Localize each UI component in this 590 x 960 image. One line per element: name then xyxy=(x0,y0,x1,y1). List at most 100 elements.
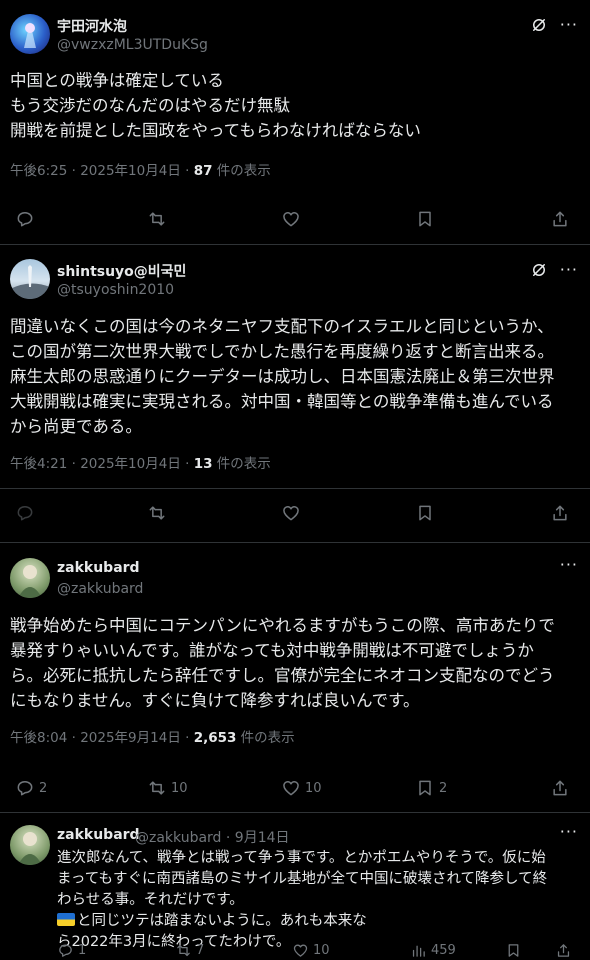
like-button[interactable] xyxy=(281,501,301,525)
reply-count: 1 xyxy=(78,942,87,958)
reply-icon xyxy=(17,506,33,521)
view-count: 87 xyxy=(193,163,213,179)
post-line: 中国との戦争は確定している xyxy=(10,71,224,90)
analytics-icon xyxy=(412,945,425,957)
post-line: と同じツテは踏まないように。あれも本来な xyxy=(57,911,582,932)
heart-icon xyxy=(283,781,299,796)
like-button[interactable]: 10 xyxy=(281,776,322,800)
post-line: 大戦開戦は確実に実現される。対中国・韓国等との戦争準備も進んでいる xyxy=(10,392,554,411)
grok-icon[interactable] xyxy=(530,261,548,279)
view-count: 2,653 xyxy=(193,730,237,746)
avatar[interactable] xyxy=(10,825,50,865)
avatar[interactable] xyxy=(10,259,50,299)
author-handle[interactable]: @vwzxzML3UTDuKSg xyxy=(57,37,208,53)
post-timestamp[interactable]: 午後4:21 · 2025年10月4日 · xyxy=(10,456,194,472)
bookmark-icon xyxy=(419,780,431,796)
share-button[interactable] xyxy=(550,776,570,800)
bookmark-count: 2 xyxy=(439,780,448,796)
action-bar xyxy=(0,207,590,231)
post-text: 中国との戦争は確定している もう交渉だのなんだのはやるだけ無駄 開戦を前提とした… xyxy=(10,68,582,143)
avatar[interactable] xyxy=(10,14,50,54)
retweet-icon xyxy=(149,781,165,795)
retweet-icon xyxy=(149,212,165,226)
view-label: 件の表示 xyxy=(212,456,271,472)
more-icon[interactable]: ··· xyxy=(560,17,578,33)
author-name[interactable]: shintsuyo@비국민 xyxy=(57,261,186,281)
reply-button[interactable] xyxy=(15,207,35,231)
bookmark-button[interactable] xyxy=(415,501,435,525)
retweet-icon xyxy=(177,944,190,956)
retweet-button[interactable] xyxy=(147,207,167,231)
post-text: 間違いなくこの国は今のネタニヤフ支配下のイスラエルと同じというか、 この国が第二… xyxy=(10,314,582,439)
grok-icon[interactable] xyxy=(530,16,548,34)
post-meta: 午後8:04 · 2025年9月14日 · 2,653 件の表示 xyxy=(10,726,295,746)
share-icon xyxy=(553,780,567,796)
post-line: まってもすぐに南西諸島のミサイル基地が全て中国に破壊されて降参して終 xyxy=(57,871,548,887)
like-button[interactable] xyxy=(281,207,301,231)
like-count: 10 xyxy=(305,780,322,796)
bookmark-button[interactable] xyxy=(415,207,435,231)
views-button[interactable]: 459 xyxy=(410,938,456,960)
post-timestamp[interactable]: 午後6:25 · 2025年10月4日 · xyxy=(10,163,194,179)
share-button[interactable] xyxy=(550,207,570,231)
retweet-button[interactable]: 7 xyxy=(175,938,204,960)
author-handle-date[interactable]: @zakkubard · 9月14日 xyxy=(135,827,290,847)
author-name[interactable]: zakkubard xyxy=(57,827,140,843)
author-name[interactable]: zakkubard xyxy=(57,560,140,576)
post-timestamp[interactable]: 午後8:04 · 2025年9月14日 · xyxy=(10,730,194,746)
post-line: 開戦を前提とした国政をやってもらわなければならない xyxy=(10,121,421,140)
reply-count: 2 xyxy=(39,780,48,796)
post-line: 進次郎なんて、戦争とは戦って争う事です。とかポエムやりそうで。仮に始 xyxy=(57,850,546,866)
reply-button[interactable]: 1 xyxy=(57,938,86,960)
share-button[interactable] xyxy=(550,501,570,525)
post-top-icons: ··· xyxy=(560,824,578,840)
post-line: ら。必死に抵抗したら辞任ですし。官僚が完全にネオコン支配なのでどう xyxy=(10,666,555,685)
action-bar: 2 10 10 2 xyxy=(0,776,590,800)
share-icon xyxy=(557,943,570,957)
bookmark-icon xyxy=(419,505,431,521)
action-bar xyxy=(0,501,590,525)
bookmark-button[interactable] xyxy=(505,938,522,960)
post-line: 戦争始めたら中国にコテンパンにやれるますがもうこの際、高市あたりで xyxy=(10,616,555,635)
post-line: 麻生太郎の思惑通りにクーデターは成功し、日本国憲法廃止＆第三次世界 xyxy=(10,367,555,386)
bookmark-icon xyxy=(508,943,519,957)
author-name[interactable]: 宇田河水泡 xyxy=(57,16,127,36)
more-icon[interactable]: ··· xyxy=(560,262,578,278)
retweet-button[interactable]: 10 xyxy=(147,776,188,800)
author-handle[interactable]: @tsuyoshin2010 xyxy=(57,282,174,298)
more-icon[interactable]: ··· xyxy=(560,824,578,840)
avatar[interactable] xyxy=(10,558,50,598)
post-top-icons: ··· xyxy=(530,261,578,279)
post-line: この国が第二次世界大戦でしでかした愚行を再度繰り返すと断言出来る。 xyxy=(10,342,555,361)
view-label: 件の表示 xyxy=(236,730,295,746)
retweet-count: 7 xyxy=(196,942,205,958)
divider xyxy=(0,488,590,489)
heart-icon xyxy=(283,506,299,521)
post-meta: 午後4:21 · 2025年10月4日 · 13 件の表示 xyxy=(10,452,271,472)
post-line: わらせる事。それだけです。 xyxy=(57,892,244,908)
post-3: zakkubard @zakkubard ··· 戦争始めたら中国にコテンパンに… xyxy=(0,543,590,813)
author-handle[interactable]: @zakkubard xyxy=(57,581,143,597)
like-button[interactable]: 10 xyxy=(292,938,330,960)
reply-post: zakkubard @zakkubard · 9月14日 ··· 進次郎なんて、… xyxy=(0,813,590,960)
retweet-icon xyxy=(149,506,165,520)
post-top-icons: ··· xyxy=(560,557,578,573)
share-button[interactable] xyxy=(555,938,572,960)
bookmark-icon xyxy=(419,211,431,227)
post-text: 戦争始めたら中国にコテンパンにやれるますがもうこの際、高市あたりで 暴発すりゃい… xyxy=(10,613,582,713)
retweet-button[interactable] xyxy=(147,501,167,525)
post-top-icons: ··· xyxy=(530,16,578,34)
share-icon xyxy=(553,505,567,521)
view-count: 13 xyxy=(193,456,213,472)
post-line: から尚更である。 xyxy=(10,417,142,436)
post-line: にもなりません。すぐに負けて降参すれば良いんです。 xyxy=(10,691,420,710)
views-count: 459 xyxy=(431,942,456,958)
more-icon[interactable]: ··· xyxy=(560,557,578,573)
post-line: もう交渉だのなんだのはやるだけ無駄 xyxy=(10,96,291,115)
reply-icon xyxy=(17,212,33,227)
reply-button[interactable]: 2 xyxy=(15,776,47,800)
bookmark-button[interactable]: 2 xyxy=(415,776,447,800)
share-icon xyxy=(553,211,567,227)
heart-icon xyxy=(283,212,299,227)
reply-button[interactable] xyxy=(15,501,35,525)
